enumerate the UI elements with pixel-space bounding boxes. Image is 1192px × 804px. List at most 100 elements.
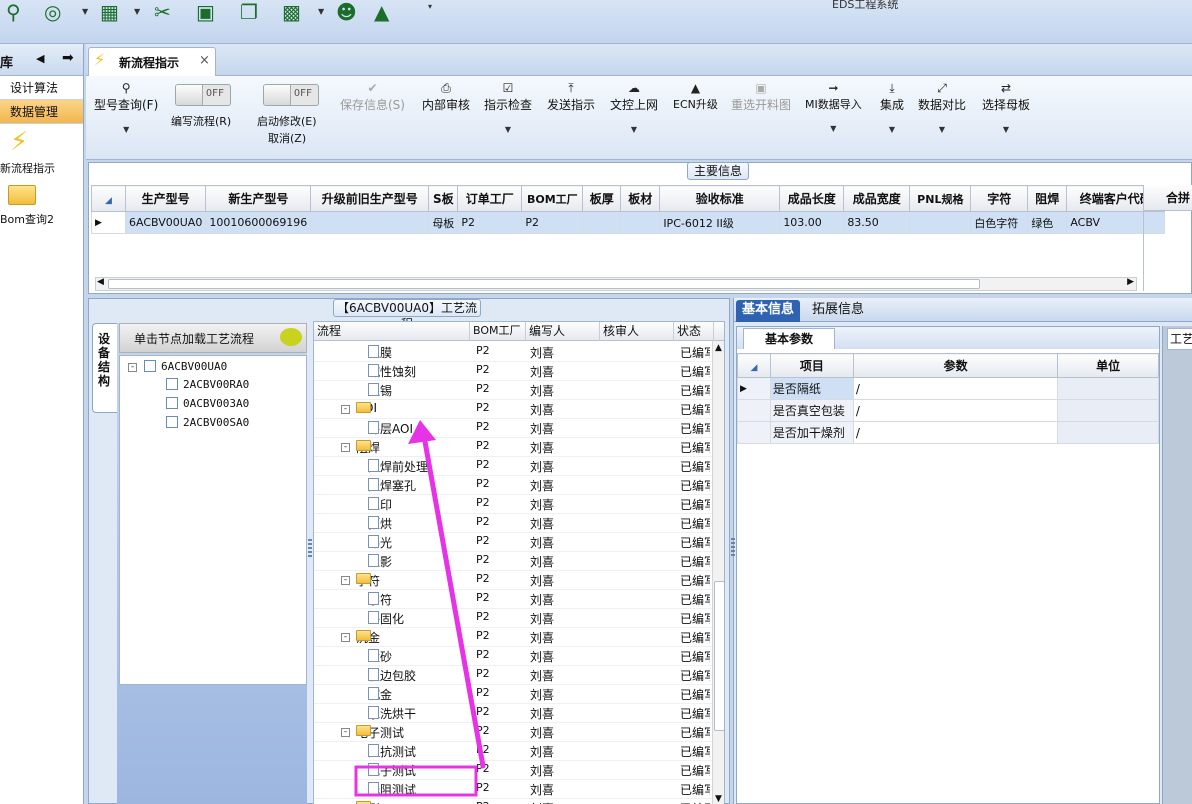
table-row[interactable]: 低阻测试 P2 刘喜 已编写 bbox=[314, 780, 712, 799]
col-header[interactable]: 项目 bbox=[769, 353, 854, 378]
cell-item[interactable]: 是否加干燥剂 bbox=[769, 421, 854, 444]
scroll-thumb[interactable] bbox=[714, 581, 724, 731]
arrow-down-icon[interactable]: ▼ bbox=[715, 794, 722, 804]
cell-unit[interactable] bbox=[1057, 399, 1159, 422]
col-header[interactable]: 字符 bbox=[970, 185, 1029, 212]
table-row[interactable]: 碱性蚀刻 P2 刘喜 已编写 bbox=[314, 362, 712, 381]
tree-node[interactable]: 2ACBV00RA0 bbox=[166, 378, 249, 391]
table-row[interactable]: 是否加干燥剂 / bbox=[737, 421, 1159, 444]
reselect-cutting-button[interactable]: ▣ 重选开料图 bbox=[731, 80, 791, 113]
table-row[interactable]: 终固化 P2 刘喜 已编写 bbox=[314, 609, 712, 628]
cell-pnl[interactable] bbox=[909, 211, 972, 234]
arrow-left-icon[interactable]: ◀ bbox=[97, 277, 104, 287]
col-header[interactable]: 生产型号 bbox=[124, 185, 207, 212]
cell-standard[interactable]: IPC-6012 II级 bbox=[659, 211, 781, 234]
table-row[interactable]: 外层AOI P2 刘喜 已编写 bbox=[314, 419, 712, 438]
select-mother-button[interactable]: ⇄ 选择母板 ▼ bbox=[982, 80, 1030, 134]
menu-item-data-management[interactable]: 数据管理 bbox=[0, 100, 83, 124]
mi-import-button[interactable]: ➞ MI数据导入 ▼ bbox=[805, 80, 862, 133]
cell-item[interactable]: 是否隔纸 bbox=[769, 377, 854, 400]
cell-width[interactable]: 83.50 bbox=[843, 211, 911, 234]
table-row[interactable]: 阻抗测试 P2 刘喜 已编写 bbox=[314, 742, 712, 761]
tree-node-root[interactable]: 6ACBV00UA0 bbox=[144, 360, 227, 373]
cell-item[interactable]: 是否真空包装 bbox=[769, 399, 854, 422]
tab-equipment-structure[interactable]: 设备结构 bbox=[92, 323, 118, 413]
col-header[interactable]: 单位 bbox=[1057, 353, 1159, 378]
scroll-thumb[interactable] bbox=[108, 279, 980, 289]
chevron-down-icon[interactable]: ▼ bbox=[318, 7, 324, 16]
close-icon[interactable]: × bbox=[199, 53, 210, 68]
ecn-upgrade-button[interactable]: ▲ ECN升级 bbox=[673, 80, 718, 112]
arrow-right-icon[interactable]: ▶ bbox=[1127, 277, 1134, 287]
table-row[interactable]: 是否真空包装 / bbox=[737, 399, 1159, 422]
table-row[interactable]: 显影 P2 刘喜 已编写 bbox=[314, 552, 712, 571]
tab-new-flow[interactable]: ⚡ 新流程指示 × bbox=[88, 47, 216, 77]
table-row[interactable]: 沉金 P2 刘喜 已编写 bbox=[314, 685, 712, 704]
table-row[interactable]: ▶ 6ACBV00UA0 10010600069196 母板 P2 P2 IPC… bbox=[91, 211, 1166, 234]
process-group-row[interactable]: -AOI P2 刘喜 已编写 bbox=[314, 400, 712, 419]
collapse-icon[interactable]: - bbox=[341, 576, 350, 585]
cell-s-board[interactable]: 母板 bbox=[428, 211, 459, 234]
table-row[interactable]: 丝印 P2 刘喜 已编写 bbox=[314, 495, 712, 514]
collapse-icon[interactable]: - bbox=[341, 728, 350, 737]
table-row[interactable]: 水洗烘干 P2 刘喜 已编写 bbox=[314, 704, 712, 723]
table-row[interactable]: 字符 P2 刘喜 已编写 bbox=[314, 590, 712, 609]
col-header[interactable]: 验收标准 bbox=[659, 185, 781, 212]
tree-node[interactable]: 2ACBV00SA0 bbox=[166, 416, 249, 429]
tree-node[interactable]: 0ACBV003A0 bbox=[166, 397, 249, 410]
col-header[interactable]: BOM工厂 bbox=[470, 322, 526, 341]
tab-extended-info[interactable]: 拓展信息 bbox=[806, 300, 870, 322]
tab-basic-params[interactable]: 基本参数 bbox=[743, 328, 835, 349]
col-header[interactable]: BOM工厂 bbox=[521, 185, 584, 212]
table-row[interactable]: 退膜 P2 刘喜 已编写 bbox=[314, 343, 712, 362]
internal-review-button[interactable]: ⎙ 内部审核 bbox=[422, 80, 470, 113]
process-group-row[interactable]: -沉金 P2 刘喜 已编写 bbox=[314, 628, 712, 647]
splitter-handle[interactable] bbox=[308, 539, 312, 557]
col-header[interactable]: 状态 bbox=[674, 322, 714, 341]
cell-param[interactable]: / bbox=[852, 399, 1059, 422]
scissors-icon[interactable]: ✂ bbox=[154, 2, 171, 22]
start-modify-toggle[interactable]: OFF bbox=[263, 84, 319, 106]
col-header[interactable]: 阻焊 bbox=[1027, 185, 1068, 212]
collapse-icon[interactable]: - bbox=[341, 633, 350, 642]
overflow-icon[interactable]: ▾ bbox=[428, 2, 432, 11]
cell-unit[interactable] bbox=[1057, 377, 1159, 400]
col-header[interactable]: PNL规格 bbox=[909, 185, 972, 212]
send-instruction-button[interactable]: ⤒ 发送指示 bbox=[547, 80, 595, 113]
cell-unit[interactable] bbox=[1057, 421, 1159, 444]
table-row[interactable]: 电子测试 P2 刘喜 已编写 bbox=[314, 761, 712, 780]
edit-flow-toggle[interactable]: OFF bbox=[175, 84, 231, 106]
process-group-row[interactable]: -电子测试 P2 刘喜 已编写 bbox=[314, 723, 712, 742]
process-group-row[interactable]: -字符 P2 刘喜 已编写 bbox=[314, 571, 712, 590]
collapse-icon[interactable]: - bbox=[341, 405, 350, 414]
col-header[interactable]: 编写人 bbox=[526, 322, 600, 341]
col-header[interactable]: 参数 bbox=[852, 353, 1059, 378]
film-icon[interactable]: ▣ bbox=[196, 2, 215, 22]
integrate-button[interactable]: ⤓ 集成 ▼ bbox=[880, 80, 904, 134]
col-header[interactable]: 核审人 bbox=[600, 322, 674, 341]
cell-material[interactable] bbox=[620, 211, 661, 234]
cell-char[interactable]: 白色字符 bbox=[970, 211, 1029, 234]
save-info-button[interactable]: ✔ 保存信息(S) bbox=[340, 80, 405, 113]
user-icon[interactable]: ☻ bbox=[336, 2, 357, 22]
arrow-left-icon[interactable]: ◀ bbox=[36, 52, 44, 65]
cell-new-model[interactable]: 10010600069196 bbox=[205, 211, 312, 234]
splitter-handle[interactable] bbox=[731, 538, 735, 556]
cell-mask[interactable]: 绿色 bbox=[1027, 211, 1068, 234]
menu-item-design-algorithm[interactable]: 设计算法 bbox=[0, 76, 83, 100]
chat-bubble-icon[interactable] bbox=[280, 328, 302, 346]
col-header[interactable]: 升级前旧生产型号 bbox=[310, 185, 430, 212]
cell-thickness[interactable] bbox=[582, 211, 622, 234]
table-row[interactable]: 板边包胶 P2 刘喜 已编写 bbox=[314, 666, 712, 685]
data-compare-button[interactable]: ⤢ 数据对比 ▼ bbox=[918, 80, 966, 134]
chevron-down-icon[interactable]: ▼ bbox=[134, 7, 140, 16]
col-header[interactable]: 成品长度 bbox=[779, 185, 845, 212]
cell-old-model[interactable] bbox=[310, 211, 430, 234]
arrow-up-icon[interactable]: ▲ bbox=[715, 343, 722, 353]
col-header[interactable]: 板厚 bbox=[582, 185, 622, 212]
chart-icon[interactable]: ▲ bbox=[374, 2, 389, 22]
cancel-button[interactable]: 取消(Z) bbox=[268, 130, 306, 146]
col-header[interactable]: 成品宽度 bbox=[843, 185, 911, 212]
tool-new-flow[interactable]: ⚡ 新流程指示 bbox=[0, 124, 83, 179]
table-row[interactable]: 阻焊前处理 P2 刘喜 已编写 bbox=[314, 457, 712, 476]
